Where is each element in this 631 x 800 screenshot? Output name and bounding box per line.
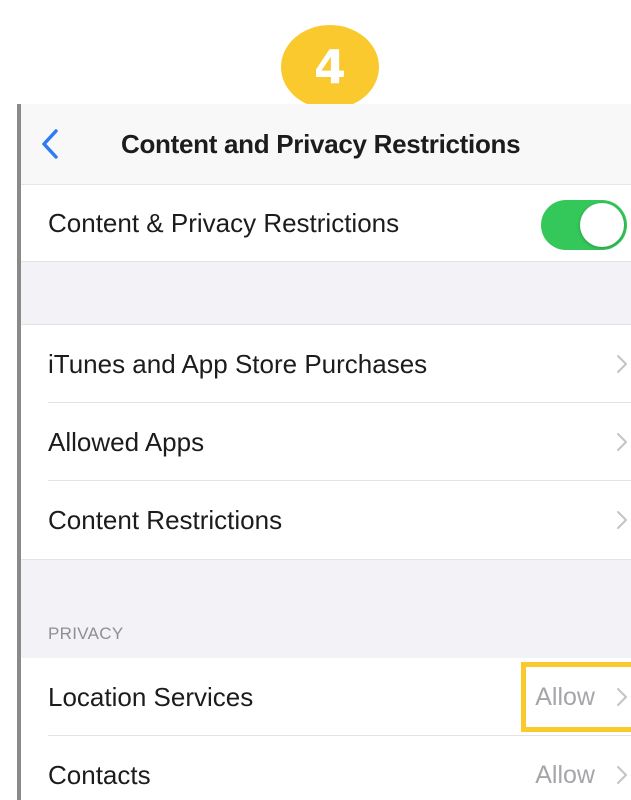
- highlight-box: [521, 662, 631, 732]
- contacts-value: Allow: [535, 760, 595, 789]
- list-item-label: iTunes and App Store Purchases: [48, 348, 428, 379]
- step-number-badge: 4: [281, 25, 379, 109]
- list-item-contacts[interactable]: Contacts Allow: [21, 736, 631, 800]
- chevron-right-icon: [617, 511, 627, 529]
- list-item-label: Location Services: [48, 681, 254, 712]
- section-header-label: PRIVACY: [48, 624, 124, 643]
- chevron-right-icon: [617, 766, 627, 784]
- list-item-label: Allowed Apps: [48, 426, 205, 457]
- list-item-itunes-purchases[interactable]: iTunes and App Store Purchases: [21, 325, 631, 403]
- content-privacy-toggle[interactable]: [541, 200, 627, 250]
- navigation-bar: Content and Privacy Restrictions: [21, 104, 631, 185]
- section-gap: [21, 261, 631, 325]
- master-restrictions-label: Content & Privacy Restrictions: [48, 207, 400, 238]
- list-item-content-restrictions[interactable]: Content Restrictions: [21, 481, 631, 559]
- chevron-right-icon: [617, 433, 627, 451]
- master-restrictions-row: Content & Privacy Restrictions: [21, 185, 631, 261]
- page-title: Content and Privacy Restrictions: [121, 129, 521, 159]
- list-item-location-services[interactable]: Location Services Allow: [21, 658, 631, 736]
- list-item-label: Content Restrictions: [48, 504, 283, 535]
- chevron-right-icon: [617, 355, 627, 373]
- list-item-allowed-apps[interactable]: Allowed Apps: [21, 403, 631, 481]
- settings-screen: Content and Privacy Restrictions Content…: [17, 104, 631, 800]
- chevron-left-icon: [42, 129, 58, 159]
- privacy-section-header: PRIVACY: [21, 559, 631, 658]
- list-item-label: Contacts: [48, 759, 151, 790]
- toggle-knob: [580, 203, 624, 247]
- back-button[interactable]: [35, 124, 65, 164]
